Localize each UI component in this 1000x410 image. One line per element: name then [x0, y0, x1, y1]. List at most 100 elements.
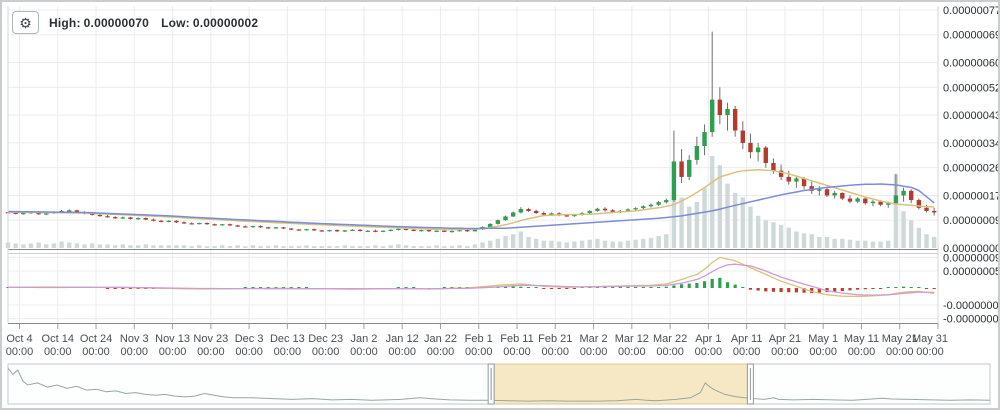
candlestick[interactable]: [235, 225, 239, 226]
candlestick[interactable]: [404, 229, 408, 230]
candlestick[interactable]: [878, 202, 882, 205]
candlestick[interactable]: [228, 224, 232, 225]
candlestick[interactable]: [320, 230, 324, 231]
candlestick[interactable]: [503, 216, 507, 220]
candlestick[interactable]: [718, 100, 722, 115]
candlestick[interactable]: [542, 213, 546, 215]
candlestick[interactable]: [243, 226, 247, 227]
candlestick[interactable]: [794, 178, 798, 181]
candlestick[interactable]: [825, 189, 829, 195]
candlestick[interactable]: [855, 199, 859, 202]
candlestick[interactable]: [863, 199, 867, 204]
candlestick[interactable]: [771, 163, 775, 171]
navigator-selection[interactable]: [491, 364, 750, 404]
candlestick[interactable]: [687, 160, 691, 177]
candlestick[interactable]: [641, 206, 645, 208]
candlestick[interactable]: [304, 229, 308, 230]
candlestick[interactable]: [748, 143, 752, 152]
candlestick[interactable]: [695, 146, 699, 160]
candlestick[interactable]: [633, 208, 637, 209]
candlestick[interactable]: [932, 211, 936, 213]
candlestick[interactable]: [67, 210, 71, 211]
candlestick[interactable]: [343, 230, 347, 231]
candlestick[interactable]: [664, 200, 668, 202]
candlestick[interactable]: [128, 217, 132, 219]
candlestick[interactable]: [741, 131, 745, 143]
candlestick[interactable]: [679, 161, 683, 176]
candlestick[interactable]: [258, 226, 262, 227]
candlestick[interactable]: [649, 205, 653, 207]
candlestick[interactable]: [411, 230, 415, 231]
candlestick[interactable]: [121, 217, 125, 218]
candlestick[interactable]: [381, 231, 385, 232]
candlestick[interactable]: [182, 222, 186, 223]
candlestick[interactable]: [610, 210, 614, 212]
candlestick[interactable]: [281, 227, 285, 228]
candlestick[interactable]: [465, 230, 469, 231]
candlestick[interactable]: [396, 229, 400, 230]
candlestick[interactable]: [21, 213, 25, 214]
candlestick[interactable]: [519, 209, 523, 212]
candlestick[interactable]: [848, 199, 852, 202]
candlestick[interactable]: [389, 230, 393, 231]
candlestick[interactable]: [220, 224, 224, 225]
candlestick[interactable]: [212, 224, 216, 225]
candlestick[interactable]: [251, 226, 255, 227]
candlestick[interactable]: [787, 177, 791, 182]
candlestick[interactable]: [894, 195, 898, 203]
candlestick[interactable]: [327, 230, 331, 231]
candlestick[interactable]: [832, 193, 836, 195]
candlestick[interactable]: [159, 221, 163, 222]
candlestick[interactable]: [266, 227, 270, 228]
candlestick[interactable]: [588, 211, 592, 213]
candlestick[interactable]: [205, 223, 209, 224]
candlestick[interactable]: [419, 230, 423, 231]
candlestick[interactable]: [105, 216, 109, 217]
candlestick[interactable]: [656, 202, 660, 204]
candlestick[interactable]: [136, 218, 140, 219]
candlestick[interactable]: [366, 231, 370, 232]
candlestick[interactable]: [909, 191, 913, 200]
candlestick[interactable]: [358, 230, 362, 231]
candlestick[interactable]: [526, 209, 530, 211]
candlestick[interactable]: [595, 209, 599, 211]
candlestick[interactable]: [174, 221, 178, 223]
candlestick[interactable]: [144, 218, 148, 220]
candlestick[interactable]: [98, 215, 102, 216]
candlestick[interactable]: [710, 100, 714, 132]
settings-button[interactable]: ⚙: [12, 11, 39, 34]
candlestick[interactable]: [151, 220, 155, 221]
candlestick[interactable]: [335, 230, 339, 231]
candlestick[interactable]: [297, 229, 301, 230]
candlestick[interactable]: [450, 231, 454, 232]
candlestick[interactable]: [924, 208, 928, 211]
candlestick[interactable]: [871, 202, 875, 204]
candlestick[interactable]: [733, 109, 737, 131]
candlestick[interactable]: [496, 220, 500, 224]
candlestick[interactable]: [274, 227, 278, 228]
candlestick[interactable]: [901, 191, 905, 196]
candlestick[interactable]: [840, 193, 844, 199]
candlestick[interactable]: [373, 231, 377, 232]
candlestick[interactable]: [702, 132, 706, 146]
candlestick[interactable]: [603, 209, 607, 211]
candlestick[interactable]: [764, 148, 768, 163]
candlestick[interactable]: [312, 229, 316, 230]
candlestick[interactable]: [289, 229, 293, 230]
candlestick[interactable]: [442, 231, 446, 232]
candlestick[interactable]: [197, 223, 201, 224]
candlestick[interactable]: [725, 109, 729, 115]
candlestick[interactable]: [817, 189, 821, 191]
candlestick[interactable]: [672, 161, 676, 200]
candlestick[interactable]: [44, 213, 48, 214]
candlestick[interactable]: [190, 223, 194, 224]
candlestick[interactable]: [534, 211, 538, 213]
candlestick[interactable]: [565, 215, 569, 216]
candlestick[interactable]: [113, 217, 117, 218]
candlestick[interactable]: [350, 230, 354, 231]
candlestick[interactable]: [756, 148, 760, 153]
candlestick[interactable]: [427, 230, 431, 231]
candlestick[interactable]: [434, 231, 438, 232]
candlestick[interactable]: [167, 221, 171, 222]
candlestick[interactable]: [511, 212, 515, 216]
